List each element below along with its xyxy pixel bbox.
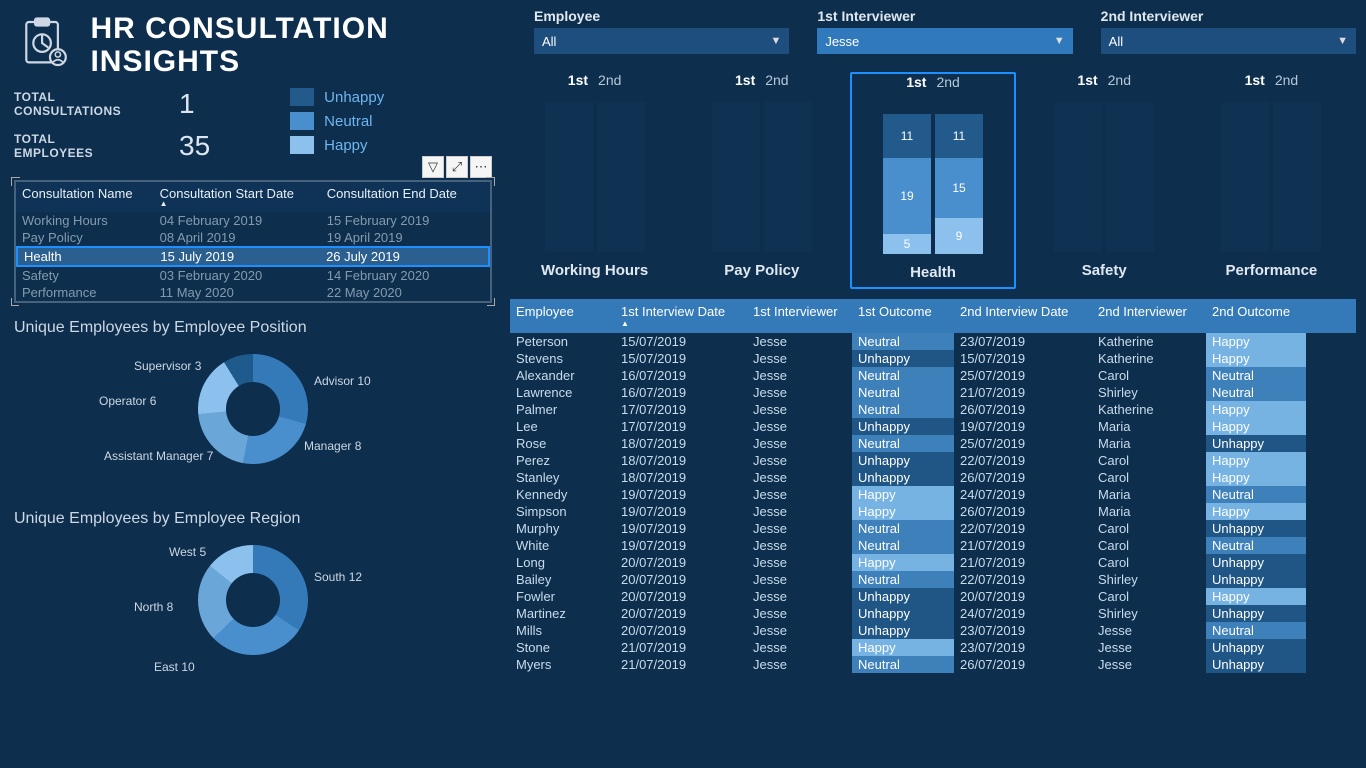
stack-bar-2nd[interactable]: 9 15 11 <box>935 114 983 254</box>
kpi-total-consultations: TOTAL CONSULTATIONS 1 <box>14 88 210 120</box>
stack-health[interactable]: 1st2nd 5 19 11 9 15 11Health <box>850 72 1015 289</box>
kpi-total-employees: TOTAL EMPLOYEES 35 <box>14 130 210 162</box>
table-row[interactable]: Alexander16/07/2019Jesse Neutral25/07/20… <box>510 367 1356 384</box>
filter-interviewer-2: 2nd Interviewer All ▼ <box>1101 8 1356 54</box>
table-row[interactable]: Kennedy19/07/2019Jesse Happy24/07/2019Ma… <box>510 486 1356 503</box>
donut-chart[interactable] <box>198 354 308 464</box>
table-row[interactable]: Lee17/07/2019Jesse Unhappy19/07/2019Mari… <box>510 418 1356 435</box>
table-row[interactable]: Bailey20/07/2019Jesse Neutral22/07/2019S… <box>510 571 1356 588</box>
table-row[interactable]: Martinez20/07/2019Jesse Unhappy24/07/201… <box>510 605 1356 622</box>
legend-label: Neutral <box>324 113 372 130</box>
dashboard-title: HR CONSULTATION INSIGHTS <box>90 12 492 78</box>
legend-swatch <box>290 112 314 130</box>
donut-label: North 8 <box>134 600 173 614</box>
stack-performance[interactable]: 1st2nd Performance <box>1193 72 1350 289</box>
legend-item[interactable]: Happy <box>290 136 384 154</box>
donut-region-chart[interactable]: Unique Employees by Employee Region Sout… <box>14 510 492 685</box>
table-row[interactable]: Murphy19/07/2019Jesse Neutral22/07/2019C… <box>510 520 1356 537</box>
donut-label: West 5 <box>169 545 206 559</box>
legend-label: Happy <box>324 137 367 154</box>
table-row[interactable]: Stanley18/07/2019Jesse Unhappy26/07/2019… <box>510 469 1356 486</box>
table-row[interactable]: Stone21/07/2019Jesse Happy23/07/2019Jess… <box>510 639 1356 656</box>
consultation-row[interactable]: Safety03 February 202014 February 2020 <box>16 267 490 284</box>
donut-label: Supervisor 3 <box>134 359 201 373</box>
legend-item[interactable]: Neutral <box>290 112 384 130</box>
stacked-bars-row[interactable]: 1st2nd Working Hours1st2nd Pay Policy1st… <box>510 68 1356 299</box>
donut-label: Operator 6 <box>99 394 156 408</box>
consultation-table[interactable]: Consultation Name Consultation Start Dat… <box>14 180 492 303</box>
donut-position-chart[interactable]: Unique Employees by Employee Position Ad… <box>14 319 492 494</box>
kpi-row: TOTAL CONSULTATIONS 1 TOTAL EMPLOYEES 35… <box>14 88 492 162</box>
clipboard-chart-icon <box>14 15 75 75</box>
donut-label: Manager 8 <box>304 439 361 453</box>
chevron-down-icon: ▼ <box>1337 35 1348 47</box>
table-row[interactable]: Simpson19/07/2019Jesse Happy26/07/2019Ma… <box>510 503 1356 520</box>
table-row[interactable]: Mills20/07/2019Jesse Unhappy23/07/2019Je… <box>510 622 1356 639</box>
legend-swatch <box>290 136 314 154</box>
interviewer1-dropdown[interactable]: Jesse ▼ <box>817 28 1072 54</box>
table-row[interactable]: Fowler20/07/2019Jesse Unhappy20/07/2019C… <box>510 588 1356 605</box>
chevron-down-icon: ▼ <box>1054 35 1065 47</box>
more-options-icon[interactable]: ⋯ <box>470 156 492 178</box>
donut-chart[interactable] <box>198 545 308 655</box>
legend-label: Unhappy <box>324 89 384 106</box>
consultation-table-header[interactable]: Consultation Name Consultation Start Dat… <box>16 182 490 212</box>
interviewer2-dropdown[interactable]: All ▼ <box>1101 28 1356 54</box>
table-row[interactable]: Long20/07/2019Jesse Happy21/07/2019Carol… <box>510 554 1356 571</box>
stack-pay-policy[interactable]: 1st2nd Pay Policy <box>683 72 840 289</box>
table-row[interactable]: Rose18/07/2019Jesse Neutral25/07/2019Mar… <box>510 435 1356 452</box>
stack-safety[interactable]: 1st2nd Safety <box>1026 72 1183 289</box>
chevron-down-icon: ▼ <box>770 35 781 47</box>
detail-table-header[interactable]: Employee 1st Interview Date▲ 1st Intervi… <box>510 299 1356 333</box>
sort-column[interactable]: Consultation Start Date <box>160 186 327 208</box>
table-row[interactable]: Palmer17/07/2019Jesse Neutral26/07/2019K… <box>510 401 1356 418</box>
table-row[interactable]: Perez18/07/2019Jesse Unhappy22/07/2019Ca… <box>510 452 1356 469</box>
legend-swatch <box>290 88 314 106</box>
outcome-legend: Unhappy Neutral Happy <box>290 88 384 154</box>
table-row[interactable]: White19/07/2019Jesse Neutral21/07/2019Ca… <box>510 537 1356 554</box>
table-row[interactable]: Lawrence16/07/2019Jesse Neutral21/07/201… <box>510 384 1356 401</box>
filter-icon[interactable]: ▽ <box>422 156 444 178</box>
filter-employee: Employee All ▼ <box>534 8 789 54</box>
consultation-row[interactable]: Performance11 May 202022 May 2020 <box>16 284 490 301</box>
donut-label: South 12 <box>314 570 362 584</box>
left-panel: HR CONSULTATION INSIGHTS TOTAL CONSULTAT… <box>0 0 500 768</box>
detail-table[interactable]: Employee 1st Interview Date▲ 1st Intervi… <box>510 299 1356 673</box>
consultation-row[interactable]: Working Hours04 February 201915 February… <box>16 212 490 229</box>
filter-interviewer-1: 1st Interviewer Jesse ▼ <box>817 8 1072 54</box>
consultation-row[interactable]: Health15 July 201926 July 2019 <box>16 246 490 267</box>
donut-label: East 10 <box>154 660 195 674</box>
dashboard-header: HR CONSULTATION INSIGHTS <box>14 12 492 78</box>
filters-row: Employee All ▼ 1st Interviewer Jesse ▼ 2… <box>510 8 1356 54</box>
donut-label: Advisor 10 <box>314 374 371 388</box>
consultation-row[interactable]: Pay Policy08 April 201919 April 2019 <box>16 229 490 246</box>
stack-bar-1st[interactable]: 5 19 11 <box>883 114 931 254</box>
legend-item[interactable]: Unhappy <box>290 88 384 106</box>
table-row[interactable]: Myers21/07/2019Jesse Neutral26/07/2019Je… <box>510 656 1356 673</box>
employee-dropdown[interactable]: All ▼ <box>534 28 789 54</box>
stack-working-hours[interactable]: 1st2nd Working Hours <box>516 72 673 289</box>
table-row[interactable]: Stevens15/07/2019Jesse Unhappy15/07/2019… <box>510 350 1356 367</box>
right-panel: Employee All ▼ 1st Interviewer Jesse ▼ 2… <box>500 0 1366 768</box>
donut-label: Assistant Manager 7 <box>104 449 213 463</box>
table-row[interactable]: Peterson15/07/2019Jesse Neutral23/07/201… <box>510 333 1356 350</box>
focus-mode-icon[interactable]: ⤢ <box>446 156 468 178</box>
